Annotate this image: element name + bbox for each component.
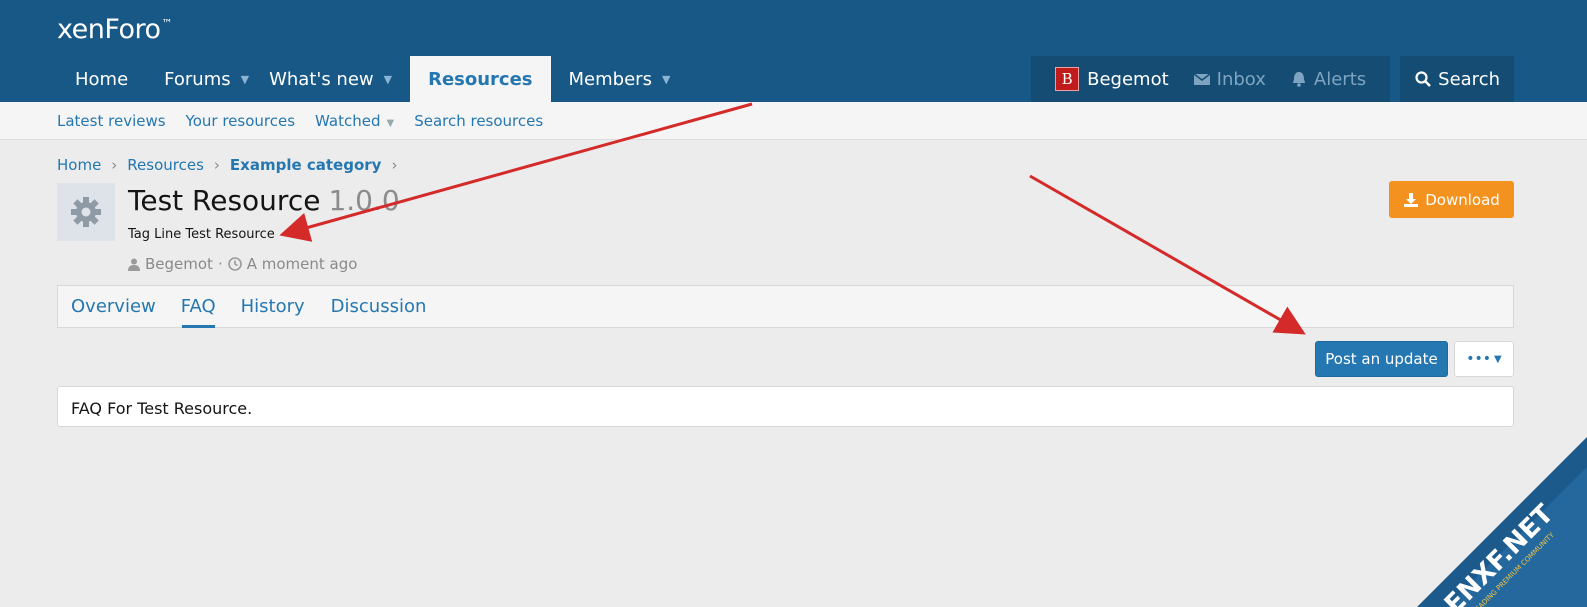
chevron-down-icon[interactable]: ▼ [386,118,394,129]
post-update-button[interactable]: Post an update [1315,341,1448,377]
chevron-right-icon: › [391,156,398,174]
site-watermark: ENXF.NET LEADING PREMIUM COMMUNITY [1417,437,1587,607]
resource-title: Test Resource 1.0.0 [128,184,400,217]
sub-nav: Latest reviews Your resources Watched ▼ S… [0,102,1587,140]
chevron-right-icon: › [213,156,220,174]
chevron-down-icon[interactable]: ▼ [662,73,670,86]
alerts-label: Alerts [1313,68,1367,90]
logo-trademark: ™ [161,17,173,30]
breadcrumb-category[interactable]: Example category [230,156,382,174]
nav-home[interactable]: Home [57,56,146,102]
nav-resources-label: Resources [428,68,533,90]
gear-icon [71,197,101,227]
nav-members-label: Members [568,68,652,90]
faq-text: FAQ For Test Resource. [71,399,253,418]
account-user[interactable]: B Begemot [1043,67,1181,91]
resource-icon [57,183,115,241]
search-icon [1415,71,1432,87]
nav-home-label: Home [75,68,129,90]
site-logo[interactable]: xenForo™ [57,14,173,45]
subnav-latest-reviews[interactable]: Latest reviews [57,112,166,130]
nav-resources[interactable]: Resources [410,56,551,102]
breadcrumb-home[interactable]: Home [57,156,101,174]
clock-icon [227,257,242,271]
download-icon [1404,192,1419,207]
resource-author[interactable]: Begemot [145,255,213,273]
breadcrumb-resources[interactable]: Resources [127,156,204,174]
nav-whats-new[interactable]: What's new ▼ [267,56,410,102]
chevron-down-icon[interactable]: ▼ [241,73,249,86]
tab-overview-label: Overview [71,296,156,317]
download-button[interactable]: Download [1389,181,1514,218]
resource-title-text: Test Resource [128,184,321,217]
inbox-label: Inbox [1216,68,1266,90]
more-options-label: ••• [1466,351,1492,367]
tab-discussion[interactable]: Discussion [318,286,440,327]
tab-history[interactable]: History [228,286,318,327]
subnav-watched-label: Watched [315,112,381,130]
nav-members[interactable]: Members ▼ [551,56,689,102]
bell-icon [1292,72,1305,87]
account-inbox[interactable]: Inbox [1181,69,1278,90]
site-header: xenForo™ Home Forums ▼ What's new ▼ Reso… [0,0,1587,102]
tab-faq[interactable]: FAQ [169,286,228,328]
tab-discussion-label: Discussion [330,296,427,317]
chevron-down-icon: ▼ [1494,353,1502,365]
resource-time[interactable]: A moment ago [247,255,358,273]
logo-text: xenForo [57,14,161,45]
post-update-label: Post an update [1325,350,1438,368]
tab-history-label: History [240,296,305,317]
avatar: B [1055,67,1080,91]
nav-forums[interactable]: Forums ▼ [146,56,267,102]
tab-overview[interactable]: Overview [58,286,169,327]
download-label: Download [1425,190,1500,209]
account-alerts[interactable]: Alerts [1278,69,1378,90]
subnav-search-resources[interactable]: Search resources [414,112,543,130]
subnav-watched[interactable]: Watched ▼ [315,112,394,130]
breadcrumb: Home › Resources › Example category › [57,156,397,174]
faq-content: FAQ For Test Resource. [57,386,1514,427]
resource-tagline: Tag Line Test Resource [128,227,275,242]
active-tab-indicator [181,325,215,328]
resource-tabs: Overview FAQ History Discussion [57,285,1514,328]
tab-faq-label: FAQ [180,296,216,317]
search-label: Search [1438,68,1500,90]
more-options-button[interactable]: ••• ▼ [1454,341,1514,377]
resource-version: 1.0.0 [328,184,400,217]
account-username: Begemot [1087,68,1169,90]
search-button[interactable]: Search [1400,56,1514,102]
nav-forums-label: Forums [164,68,231,90]
envelope-icon [1193,73,1211,85]
meta-separator: · [217,255,223,273]
resource-meta: Begemot · A moment ago [128,255,357,273]
chevron-right-icon: › [111,156,118,174]
subnav-your-resources[interactable]: Your resources [186,112,295,130]
account-group: B Begemot Inbox Alerts [1031,56,1391,102]
account-nav: B Begemot Inbox Alerts Search [1031,56,1514,102]
user-icon [128,258,140,271]
nav-whats-new-label: What's new [269,68,374,90]
chevron-down-icon[interactable]: ▼ [384,73,392,86]
main-nav: Home Forums ▼ What's new ▼ Resources Mem… [57,56,688,102]
